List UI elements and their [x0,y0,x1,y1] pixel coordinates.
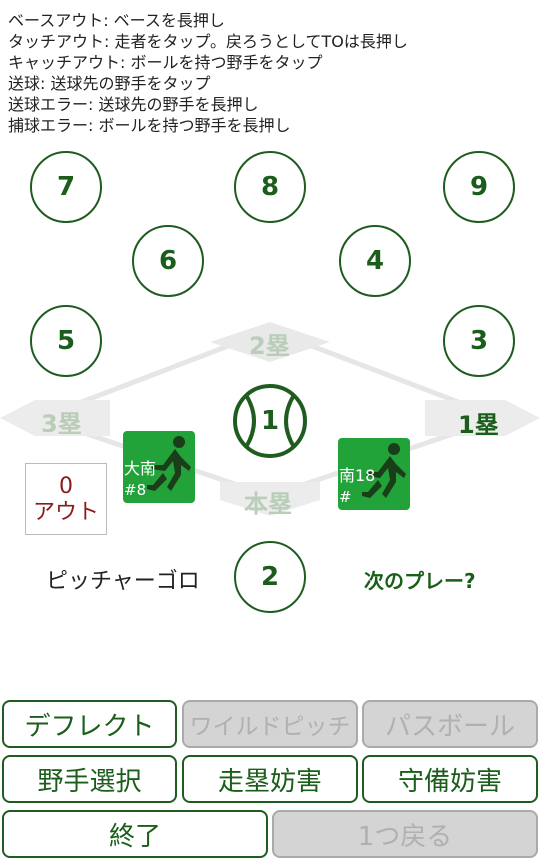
fielder-8[interactable]: 8 [234,151,306,223]
out-label: アウト [32,500,99,525]
fielder-7[interactable]: 7 [30,151,102,223]
fielder-choice-button[interactable]: 野手選択 [2,755,177,803]
out-count: 0 [59,474,73,499]
defense-obstruction-button[interactable]: 守備妨害 [362,755,538,803]
wild-pitch-button[interactable]: ワイルドピッチ [182,700,358,748]
fielder-5[interactable]: 5 [30,305,102,377]
passed-ball-button[interactable]: パスボール [362,700,538,748]
runner-number: #8 [124,481,147,499]
runner-name: 大南 [124,459,157,478]
fielder-6[interactable]: 6 [132,225,204,297]
second-base-label[interactable]: 2塁 [249,326,290,361]
fielder-2[interactable]: 2 [234,541,306,613]
runner-first[interactable]: 南18 # [338,438,410,510]
next-play-prompt: 次のプレー? [364,569,476,593]
fielder-4[interactable]: 4 [339,225,411,297]
runner-interference-button[interactable]: 走塁妨害 [182,755,358,803]
fielder-9[interactable]: 9 [443,151,515,223]
home-base-label[interactable]: 本塁 [244,484,292,519]
finish-button[interactable]: 終了 [2,810,268,858]
undo-button[interactable]: 1つ戻る [272,810,538,858]
first-base-label[interactable]: 1塁 [458,405,499,440]
fielder-1-label: 1 [260,406,280,436]
runner-third[interactable]: 大南 #8 [123,431,195,503]
fielder-1-with-ball[interactable]: 1 [232,383,308,459]
third-base-label[interactable]: 3塁 [41,404,82,439]
deflect-button[interactable]: デフレクト [2,700,177,748]
play-description: ピッチャーゴロ [46,569,200,594]
runner-number: # [339,488,352,506]
out-counter: 0 アウト [25,463,107,535]
runner-name: 南18 [339,466,376,485]
fielder-3[interactable]: 3 [443,305,515,377]
